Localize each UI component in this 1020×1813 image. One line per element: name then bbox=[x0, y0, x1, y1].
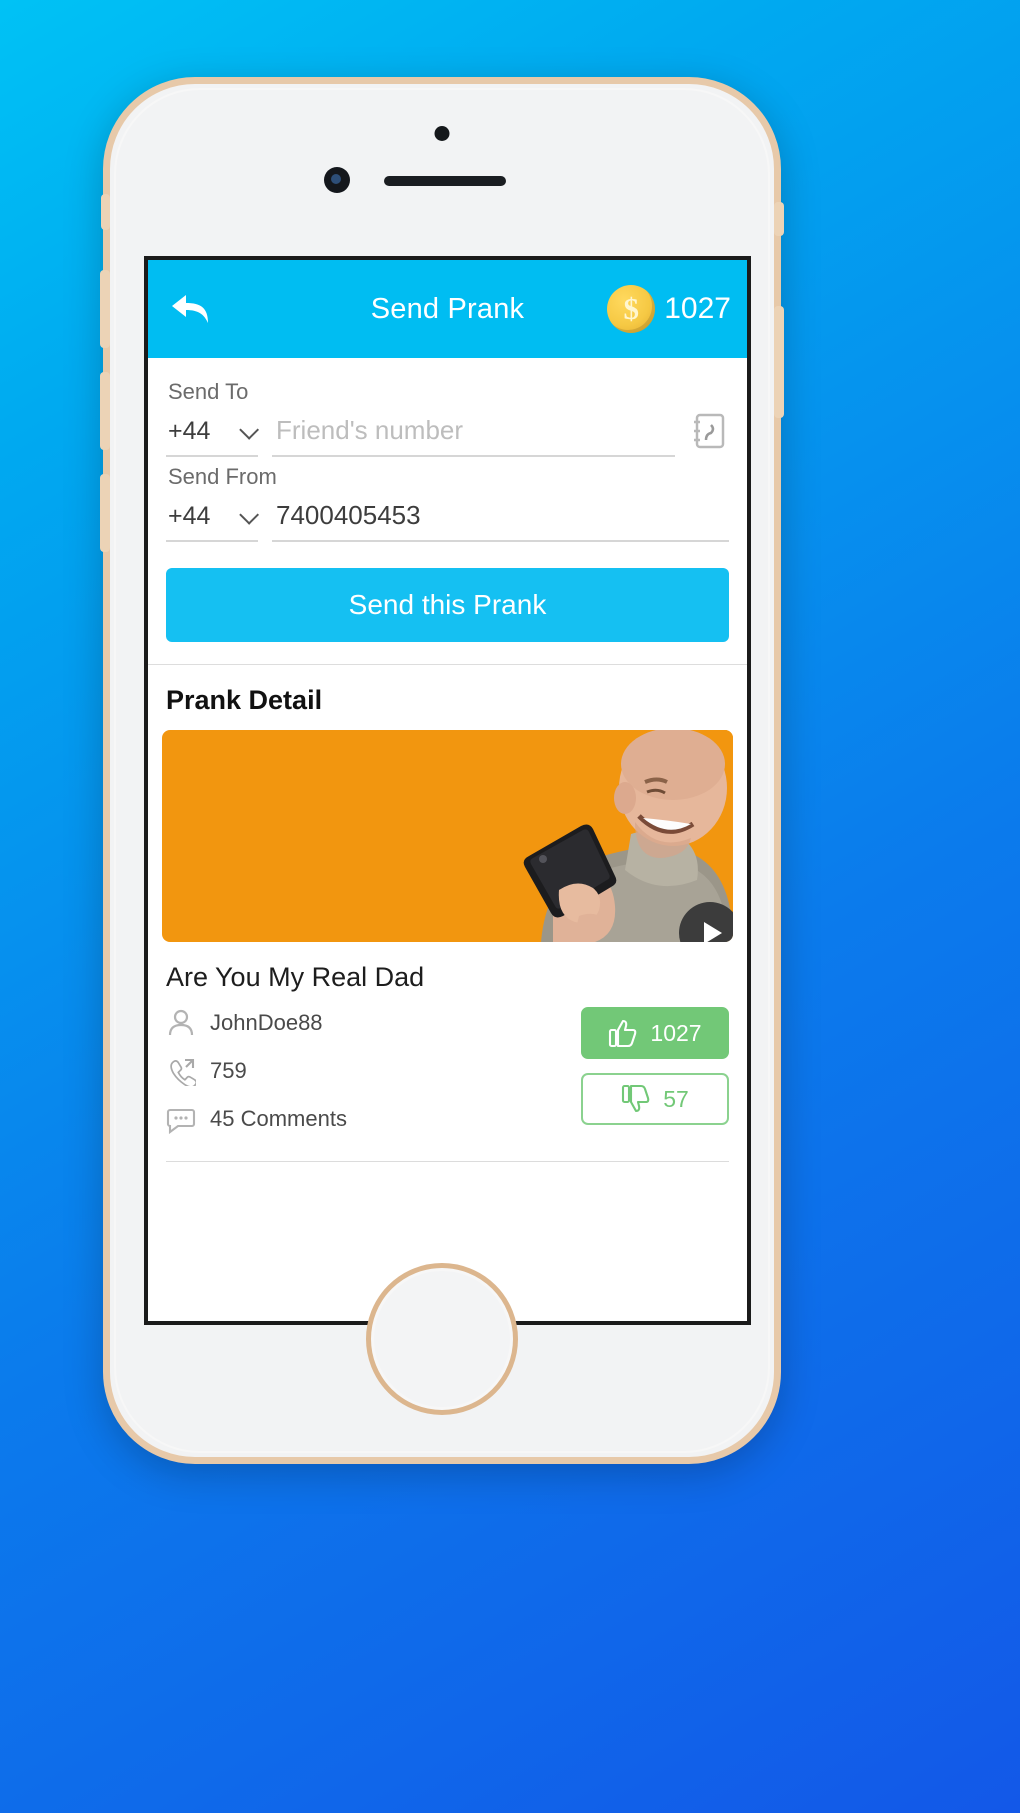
send-from-number-input[interactable] bbox=[272, 492, 729, 542]
send-prank-form: Send To +44 Friend's number Send From +4… bbox=[148, 358, 747, 664]
send-from-country-code-select[interactable]: +44 bbox=[166, 494, 260, 542]
dollar-coin-icon: $ bbox=[607, 285, 656, 333]
prank-detail-heading: Prank Detail bbox=[166, 685, 323, 715]
back-arrow-icon bbox=[172, 295, 208, 323]
app-header: Send Prank $ 1027 bbox=[148, 260, 747, 358]
stat-author-label: JohnDoe88 bbox=[210, 1010, 323, 1035]
vote-buttons: 1027 57 bbox=[581, 999, 729, 1143]
stat-calls: 759 bbox=[166, 1047, 581, 1095]
coin-balance[interactable]: $ 1027 bbox=[607, 285, 731, 333]
front-camera-icon bbox=[434, 126, 450, 141]
play-icon bbox=[703, 922, 722, 942]
phone-screen: Send Prank $ 1027 Send To +44 Friend's n… bbox=[144, 256, 751, 1325]
send-to-country-code-select[interactable]: +44 bbox=[166, 409, 260, 457]
downvote-button[interactable]: 57 bbox=[581, 1073, 729, 1125]
page-background: Send Prank $ 1027 Send To +44 Friend's n… bbox=[0, 0, 1020, 1813]
thumbs-down-icon bbox=[622, 1084, 650, 1113]
send-from-row: +44 bbox=[166, 492, 729, 542]
prank-stats-block: JohnDoe88 759 45 Comments 1027 57 bbox=[148, 999, 747, 1143]
upvote-button[interactable]: 1027 bbox=[581, 1007, 729, 1059]
stat-comments-label: 45 Comments bbox=[210, 1106, 347, 1131]
thumbs-up-icon bbox=[609, 1019, 637, 1048]
stat-calls-label: 759 bbox=[210, 1058, 247, 1083]
bottom-divider bbox=[166, 1161, 729, 1162]
upvote-count: 1027 bbox=[650, 1019, 702, 1046]
prank-title: Are You My Real Dad bbox=[166, 962, 425, 992]
send-to-row: +44 bbox=[166, 407, 729, 457]
contact-book-icon bbox=[694, 413, 725, 449]
send-to-country-code-value: +44 bbox=[168, 417, 211, 445]
downvote-count: 57 bbox=[663, 1085, 689, 1112]
stat-author: JohnDoe88 bbox=[166, 999, 581, 1047]
send-from-country-code-value: +44 bbox=[168, 502, 211, 530]
volume-up-button[interactable] bbox=[100, 270, 110, 348]
send-to-number-input[interactable] bbox=[272, 407, 675, 457]
chevron-down-icon bbox=[239, 504, 260, 525]
comment-bubble-icon bbox=[166, 1108, 196, 1134]
phone-device-frame: Send Prank $ 1027 Send To +44 Friend's n… bbox=[100, 77, 784, 1464]
mute-switch[interactable] bbox=[101, 194, 110, 230]
prank-thumbnail[interactable] bbox=[162, 730, 733, 942]
send-to-label: Send To bbox=[168, 379, 249, 404]
send-this-prank-button[interactable]: Send this Prank bbox=[166, 568, 729, 642]
user-icon bbox=[168, 1009, 194, 1036]
phone-call-icon bbox=[170, 1058, 196, 1086]
stat-comments[interactable]: 45 Comments bbox=[166, 1095, 581, 1143]
coin-count-label: 1027 bbox=[664, 292, 731, 325]
sim-tray[interactable] bbox=[774, 306, 784, 418]
back-button[interactable] bbox=[164, 282, 218, 336]
prank-stats-list: JohnDoe88 759 45 Comments bbox=[166, 999, 581, 1143]
send-from-label: Send From bbox=[168, 464, 277, 489]
proximity-sensor-icon bbox=[324, 167, 350, 193]
power-button[interactable] bbox=[774, 202, 784, 236]
earpiece-speaker bbox=[384, 176, 506, 186]
home-button[interactable] bbox=[366, 1263, 518, 1415]
contacts-picker-button[interactable] bbox=[689, 411, 729, 451]
volume-extra-button[interactable] bbox=[100, 474, 110, 552]
volume-down-button[interactable] bbox=[100, 372, 110, 450]
chevron-down-icon bbox=[239, 419, 260, 440]
